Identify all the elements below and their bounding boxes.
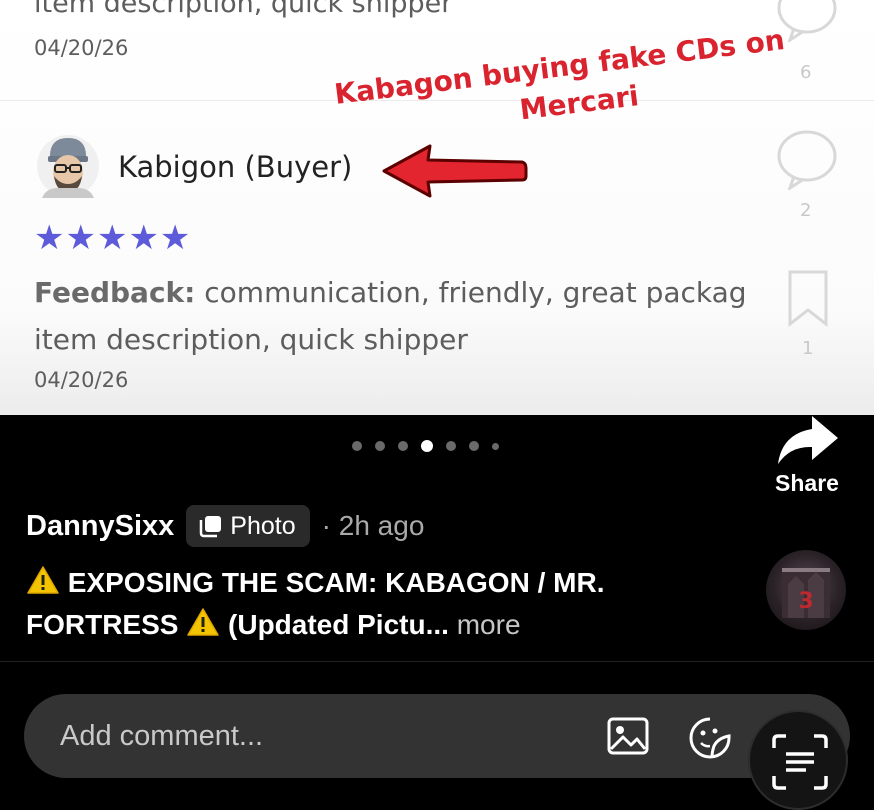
comment-input[interactable] (60, 718, 580, 754)
previous-review-description: item description, quick shipper (34, 0, 453, 19)
post-type-label: Photo (230, 511, 296, 540)
carousel-dot-active[interactable] (421, 440, 433, 452)
image-icon[interactable] (606, 716, 650, 756)
reply-count: 2 (800, 200, 812, 221)
text-scan-icon (772, 734, 828, 790)
previous-review-date: 04/20/26 (34, 36, 129, 60)
review-feedback: Feedback: communication, friendly, great… (34, 276, 747, 309)
review-date: 04/20/26 (34, 368, 129, 392)
carousel-dot[interactable] (398, 441, 408, 451)
more-link[interactable]: more (457, 609, 521, 640)
comment-icon (777, 0, 837, 42)
share-arrow-icon (778, 416, 838, 464)
comment-count: 6 (800, 62, 812, 83)
svg-text:3: 3 (798, 589, 813, 614)
share-label: Share (775, 470, 839, 496)
buyer-name: Kabigon (Buyer) (118, 150, 353, 184)
feedback-label: Feedback: (34, 276, 196, 309)
bookmark-icon (788, 270, 828, 328)
section-divider (0, 661, 874, 662)
post-caption[interactable]: EXPOSING THE SCAM: KABAGON / MR. FORTRES… (26, 562, 746, 646)
warning-icon (187, 608, 219, 636)
carousel-dot[interactable] (446, 441, 456, 451)
author-name[interactable]: DannySixx (26, 510, 174, 543)
warning-icon (27, 566, 59, 594)
reply-icon (777, 130, 837, 190)
post-type-badge: Photo (186, 505, 310, 547)
carousel-dot[interactable] (492, 442, 499, 450)
star-rating: ★★★★★ (34, 219, 192, 257)
photo-icon (200, 516, 222, 538)
album-thumbnail[interactable]: 3 (766, 550, 846, 630)
post-meta: DannySixx Photo · 2h ago (26, 505, 424, 547)
review-description: item description, quick shipper (34, 323, 468, 356)
text-scan-button[interactable] (748, 710, 848, 810)
save-count: 1 (802, 338, 814, 359)
post-time: · 2h ago (321, 510, 425, 541)
feedback-text: communication, friendly, great packag (204, 276, 747, 309)
carousel-indicator (352, 440, 499, 452)
red-arrow-icon (382, 144, 528, 198)
carousel-dot[interactable] (352, 441, 362, 451)
caption-text-2: (Updated Pictu... (228, 609, 449, 640)
carousel-dot[interactable] (469, 441, 479, 451)
share-button[interactable]: Share (770, 412, 844, 497)
album-art-image: 3 (782, 568, 830, 618)
review-screenshot: item description, quick shipper 04/20/26… (0, 0, 874, 415)
sticker-icon[interactable] (688, 716, 732, 760)
handwritten-annotation: Kabagon buying fake CDs on Mercari (330, 0, 819, 156)
buyer-avatar (37, 135, 99, 198)
carousel-dot[interactable] (375, 441, 385, 451)
comment-bar (24, 694, 850, 778)
